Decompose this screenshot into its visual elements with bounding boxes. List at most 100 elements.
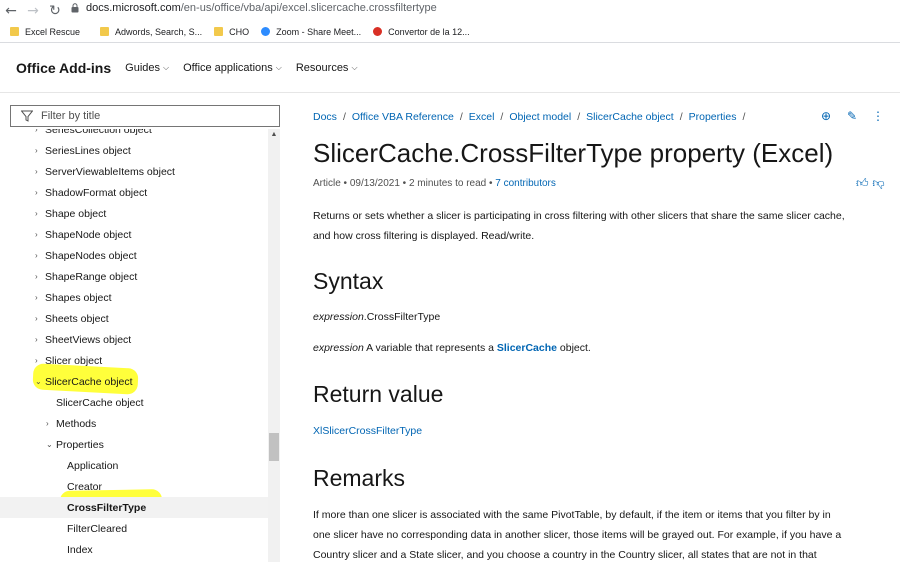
remarks-line: Country slicer and a State slicer, and y… bbox=[313, 549, 817, 561]
toc-item[interactable]: CrossFilterType bbox=[0, 497, 268, 518]
toc-item[interactable]: › Sheets object bbox=[35, 308, 109, 329]
chevron-down-icon[interactable]: ⌄ bbox=[46, 440, 56, 449]
toc-item[interactable]: › Slicer object bbox=[35, 350, 102, 371]
scroll-up-icon[interactable]: ▲ bbox=[268, 129, 280, 141]
toc-item-label: ServerViewableItems object bbox=[45, 165, 175, 178]
bookmark-cho[interactable]: CHO bbox=[214, 27, 249, 37]
article-actions: ⊕ ✎ ⋮ bbox=[813, 109, 891, 123]
bookmark-adwords[interactable]: Adwords, Search, S... bbox=[100, 27, 202, 37]
chevron-right-icon[interactable]: › bbox=[35, 272, 45, 281]
toc-item[interactable]: ⌄ Properties bbox=[46, 434, 104, 455]
breadcrumb-link[interactable]: Excel bbox=[469, 111, 495, 123]
toc-item-label: Index bbox=[67, 543, 93, 556]
filter-placeholder: Filter by title bbox=[41, 110, 101, 122]
nav-label: Resources bbox=[295, 61, 349, 74]
toc-item[interactable]: › SeriesCollection object bbox=[35, 129, 152, 140]
toc-item-label: ShadowFormat object bbox=[45, 186, 148, 199]
toc-item[interactable]: Application bbox=[57, 455, 118, 476]
edit-icon[interactable]: ✎ bbox=[839, 109, 865, 123]
toc-item[interactable]: ⌄ SlicerCache object bbox=[35, 371, 133, 392]
contributors-link[interactable]: 7 contributors bbox=[495, 178, 556, 189]
breadcrumb-separator: / bbox=[679, 111, 683, 123]
syntax-expression: expression bbox=[313, 311, 364, 323]
nav-label: Guides bbox=[125, 61, 161, 74]
chevron-right-icon[interactable]: › bbox=[35, 293, 45, 302]
sidebar-scrollbar[interactable]: ▲ bbox=[268, 129, 280, 562]
lock-icon[interactable] bbox=[71, 3, 79, 13]
nav-resources[interactable]: Resources ⌵ bbox=[296, 62, 358, 74]
toc-item[interactable]: › Methods bbox=[46, 413, 96, 434]
site-brand[interactable]: Office Add-ins bbox=[16, 60, 111, 76]
article-meta: Article • 09/13/2021 • 2 minutes to read… bbox=[313, 178, 556, 189]
filter-input[interactable]: Filter by title bbox=[10, 105, 280, 127]
chevron-right-icon[interactable]: › bbox=[35, 129, 45, 134]
bookmark-label: Excel Rescue bbox=[25, 26, 81, 37]
toc-item[interactable]: › ServerViewableItems object bbox=[35, 161, 175, 182]
toc-item-label: ShapeRange object bbox=[45, 270, 138, 283]
bookmark-label: Convertor de la 12... bbox=[388, 26, 470, 37]
breadcrumb-link[interactable]: Office VBA Reference bbox=[352, 111, 454, 123]
forward-icon[interactable]: → bbox=[22, 0, 44, 21]
add-collection-icon[interactable]: ⊕ bbox=[813, 109, 839, 123]
toc-item[interactable]: › SheetViews object bbox=[35, 329, 131, 350]
meta-text: Article • 09/13/2021 • 2 minutes to read… bbox=[313, 178, 493, 189]
toc-item[interactable]: › ShadowFormat object bbox=[35, 182, 147, 203]
more-icon[interactable]: ⋮ bbox=[865, 109, 891, 123]
chevron-right-icon[interactable]: › bbox=[35, 167, 45, 176]
address-bar[interactable]: docs.microsoft.com/en-us/office/vba/api/… bbox=[86, 2, 437, 14]
reload-icon[interactable]: ↻ bbox=[44, 0, 66, 21]
bookmark-convertor[interactable]: Convertor de la 12... bbox=[373, 27, 470, 37]
toc-item[interactable]: SlicerCache object bbox=[46, 392, 144, 413]
slicercache-link[interactable]: SlicerCache bbox=[497, 342, 557, 354]
bookmark-excel-rescue[interactable]: Excel Rescue bbox=[10, 27, 80, 37]
back-icon[interactable]: ← bbox=[0, 0, 22, 21]
chevron-right-icon[interactable]: › bbox=[35, 146, 45, 155]
toc-item[interactable]: › ShapeRange object bbox=[35, 266, 137, 287]
toc-item-label: ShapeNodes object bbox=[45, 249, 137, 262]
toc-item[interactable]: › ShapeNode object bbox=[35, 224, 131, 245]
chevron-right-icon[interactable]: › bbox=[35, 230, 45, 239]
param-end: object. bbox=[557, 342, 591, 354]
remarks-line: one slicer have no corresponding data in… bbox=[313, 529, 842, 541]
breadcrumb-separator: / bbox=[577, 111, 581, 123]
return-type-link[interactable]: XlSlicerCrossFilterType bbox=[313, 425, 422, 437]
toc-item-label: CrossFilterType bbox=[67, 501, 147, 514]
breadcrumb-link[interactable]: Object model bbox=[509, 111, 571, 123]
filter-icon bbox=[21, 110, 33, 122]
breadcrumb-separator: / bbox=[342, 111, 346, 123]
toc-item[interactable]: Creator bbox=[57, 476, 102, 497]
toc-item-label: SeriesLines object bbox=[45, 144, 131, 157]
chevron-right-icon[interactable]: › bbox=[46, 419, 56, 428]
thumbs-up-icon[interactable]: 👍︎ bbox=[856, 176, 869, 190]
chevron-right-icon[interactable]: › bbox=[35, 188, 45, 197]
chevron-down-icon[interactable]: ⌄ bbox=[35, 377, 45, 386]
article: Docs / Office VBA Reference / Excel / Object m… bbox=[313, 93, 900, 562]
toc-item[interactable]: › Shapes object bbox=[35, 287, 112, 308]
chevron-right-icon[interactable]: › bbox=[35, 356, 45, 365]
toc-item[interactable]: › Shape object bbox=[35, 203, 106, 224]
nav-guides[interactable]: Guides ⌵ bbox=[125, 62, 169, 74]
bookmarks-bar: Excel Rescue Adwords, Search, S... CHO Z… bbox=[0, 21, 900, 43]
thumbs-down-icon[interactable]: 👎︎ bbox=[872, 176, 884, 190]
breadcrumb-link[interactable]: Docs bbox=[313, 111, 337, 123]
chevron-right-icon[interactable]: › bbox=[35, 335, 45, 344]
syntax-heading: Syntax bbox=[313, 268, 384, 294]
breadcrumb-link[interactable]: Properties bbox=[689, 111, 737, 123]
toc-item[interactable]: › ShapeNodes object bbox=[35, 245, 137, 266]
breadcrumb-link[interactable]: SlicerCache object bbox=[586, 111, 674, 123]
url-host: docs.microsoft.com bbox=[86, 2, 181, 14]
chevron-right-icon[interactable]: › bbox=[35, 251, 45, 260]
scrollbar-thumb[interactable] bbox=[269, 433, 279, 461]
return-value-heading: Return value bbox=[313, 381, 444, 407]
chevron-right-icon[interactable]: › bbox=[35, 209, 45, 218]
toc-item[interactable]: › SeriesLines object bbox=[35, 140, 131, 161]
toc-item[interactable]: FilterCleared bbox=[57, 518, 127, 539]
folder-icon bbox=[10, 27, 19, 36]
browser-toolbar: ← → ↻ docs.microsoft.com/en-us/office/vb… bbox=[0, 0, 900, 21]
nav-office-applications[interactable]: Office applications ⌵ bbox=[183, 62, 282, 74]
chevron-down-icon: ⌵ bbox=[275, 62, 282, 72]
bookmark-label: Zoom - Share Meet... bbox=[276, 26, 362, 37]
toc-item[interactable]: Index bbox=[57, 539, 93, 560]
chevron-right-icon[interactable]: › bbox=[35, 314, 45, 323]
bookmark-zoom[interactable]: Zoom - Share Meet... bbox=[261, 27, 361, 37]
